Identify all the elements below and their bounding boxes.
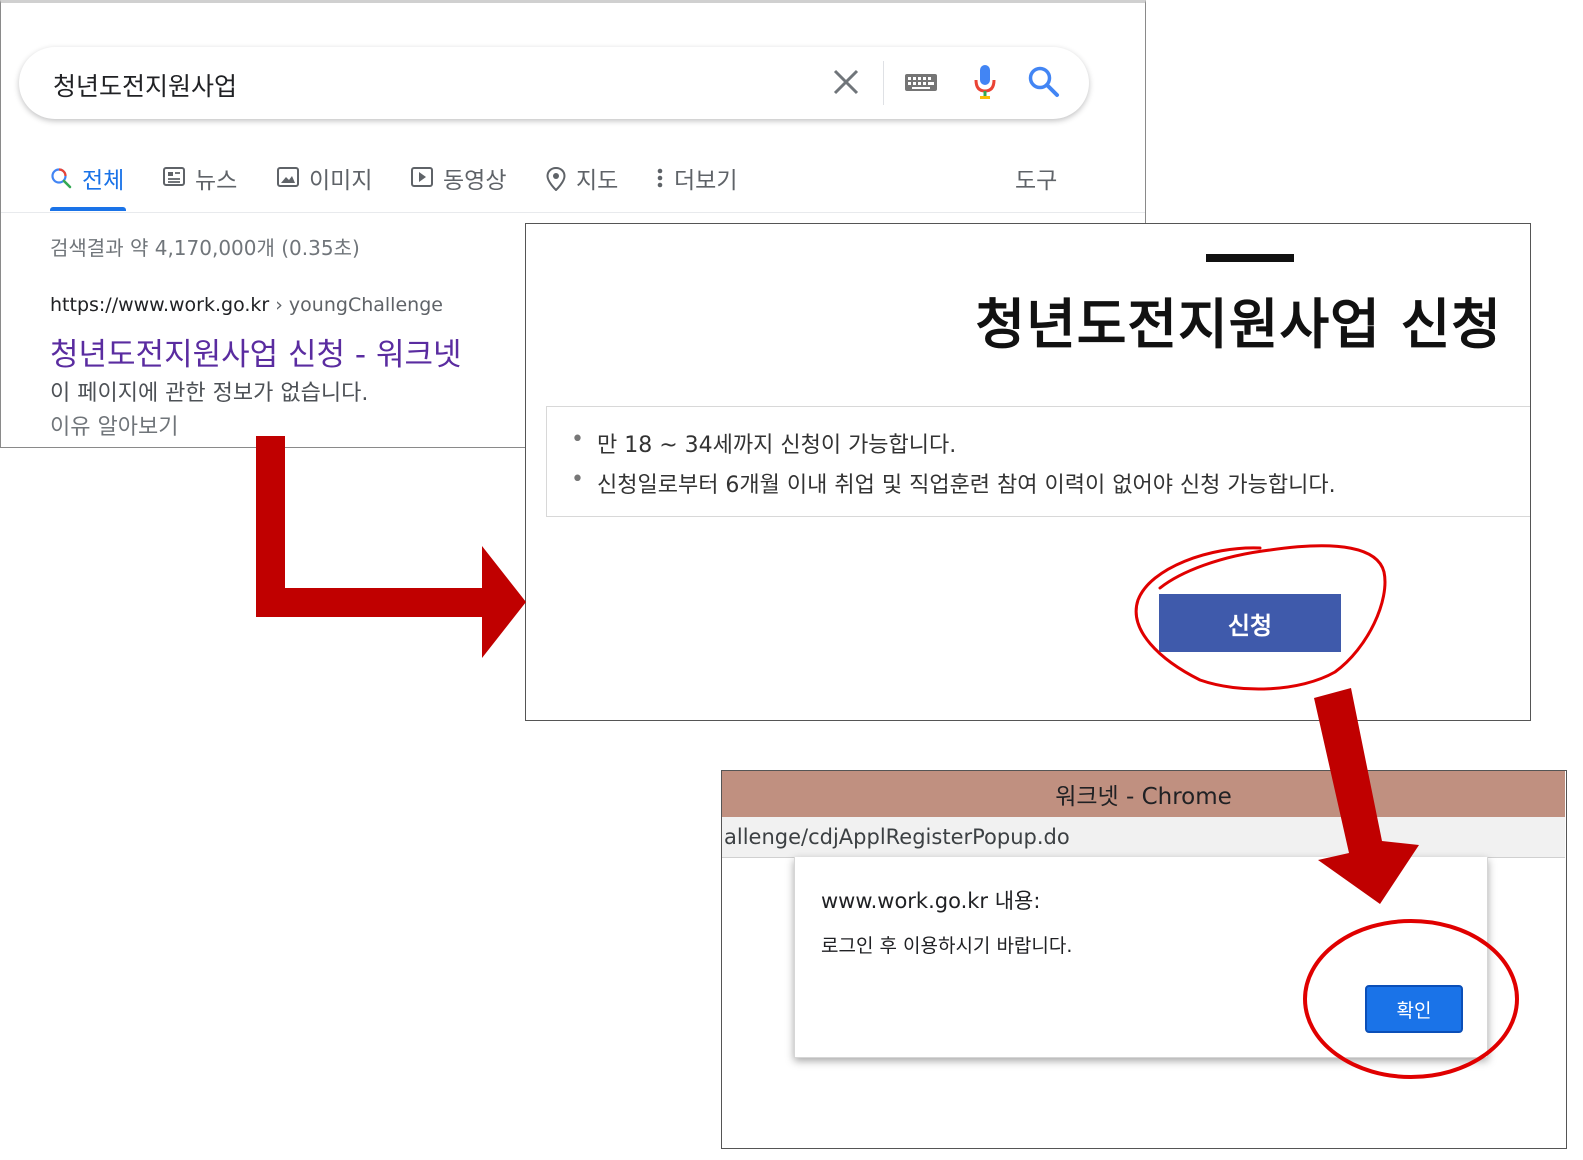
learn-why-link[interactable]: 이유 알아보기 [50, 409, 178, 441]
search-input[interactable]: 청년도전지원사업 [53, 67, 237, 103]
keyboard-icon[interactable] [905, 71, 937, 97]
red-arrow [256, 436, 526, 658]
alert-origin: www.work.go.kr 내용: [821, 889, 1041, 913]
address-url: allenge/cdjApplRegisterPopup.do [724, 825, 1070, 849]
search-icon [50, 167, 72, 195]
tab-images[interactable]: 이미지 [277, 161, 372, 213]
microphone-icon[interactable] [973, 63, 997, 105]
search-divider [883, 61, 884, 105]
result-url-domain: https://www.work.go.kr [50, 294, 270, 316]
clear-icon[interactable] [831, 65, 861, 99]
result-snippet: 이 페이지에 관한 정보가 없습니다. [50, 381, 369, 406]
map-pin-icon [546, 166, 566, 197]
result-title-link[interactable]: 청년도전지원사업 신청 - 워크넷 [50, 329, 462, 374]
image-icon [277, 167, 299, 193]
tab-more-label: 더보기 [674, 168, 738, 194]
search-icon[interactable] [1027, 65, 1061, 103]
tab-news-label: 뉴스 [195, 168, 238, 194]
worknet-apply-panel: 청년도전지원사업 신청 만 18 ~ 34세까지 신청이 가능합니다. 신청일로… [525, 223, 1531, 721]
result-stats: 검색결과 약 4,170,000개 (0.35초) [50, 236, 360, 260]
ok-button[interactable]: 확인 [1365, 985, 1463, 1033]
chrome-popup-window: 워크넷 - Chrome allenge/cdjApplRegisterPopu… [721, 770, 1567, 1149]
window-title: 워크넷 - Chrome [1055, 784, 1232, 810]
tab-videos[interactable]: 동영상 [411, 161, 506, 213]
page-title: 청년도전지원사업 신청 [975, 293, 1502, 356]
address-bar[interactable]: allenge/cdjApplRegisterPopup.do [722, 817, 1565, 858]
tab-all[interactable]: 전체 [50, 161, 124, 213]
info-item: 만 18 ~ 34세까지 신청이 가능합니다. [571, 427, 956, 459]
alert-message: 로그인 후 이용하시기 바랍니다. [821, 935, 1073, 957]
tab-videos-label: 동영상 [443, 168, 507, 194]
tab-maps-label: 지도 [576, 168, 619, 194]
apply-button[interactable]: 신청 [1159, 594, 1341, 652]
search-box[interactable]: 청년도전지원사업 [19, 47, 1089, 119]
tab-all-label: 전체 [82, 168, 125, 194]
heading-accent-bar [1206, 254, 1294, 262]
window-titlebar[interactable]: 워크넷 - Chrome [722, 771, 1565, 817]
eligibility-info-box: 만 18 ~ 34세까지 신청이 가능합니다. 신청일로부터 6개월 이내 취업… [546, 406, 1530, 517]
tab-news[interactable]: 뉴스 [163, 161, 237, 213]
tabs-divider [1, 212, 1145, 213]
active-tab-indicator [50, 207, 126, 211]
news-icon [163, 167, 185, 193]
alert-dialog: www.work.go.kr 내용: 로그인 후 이용하시기 바랍니다. 확인 [794, 857, 1488, 1058]
result-url-breadcrumb: › youngChallenge [275, 294, 443, 316]
tools-button[interactable]: 도구 [1015, 161, 1057, 213]
video-icon [411, 167, 433, 193]
tab-images-label: 이미지 [309, 168, 373, 194]
info-item: 신청일로부터 6개월 이내 취업 및 직업훈련 참여 이력이 없어야 신청 가능… [571, 467, 1336, 499]
tab-more[interactable]: 더보기 [656, 161, 737, 213]
more-vert-icon [656, 167, 664, 195]
result-url[interactable]: https://www.work.go.kr › youngChallenge [50, 294, 443, 316]
tab-maps[interactable]: 지도 [546, 161, 618, 213]
tools-label: 도구 [1015, 168, 1058, 194]
